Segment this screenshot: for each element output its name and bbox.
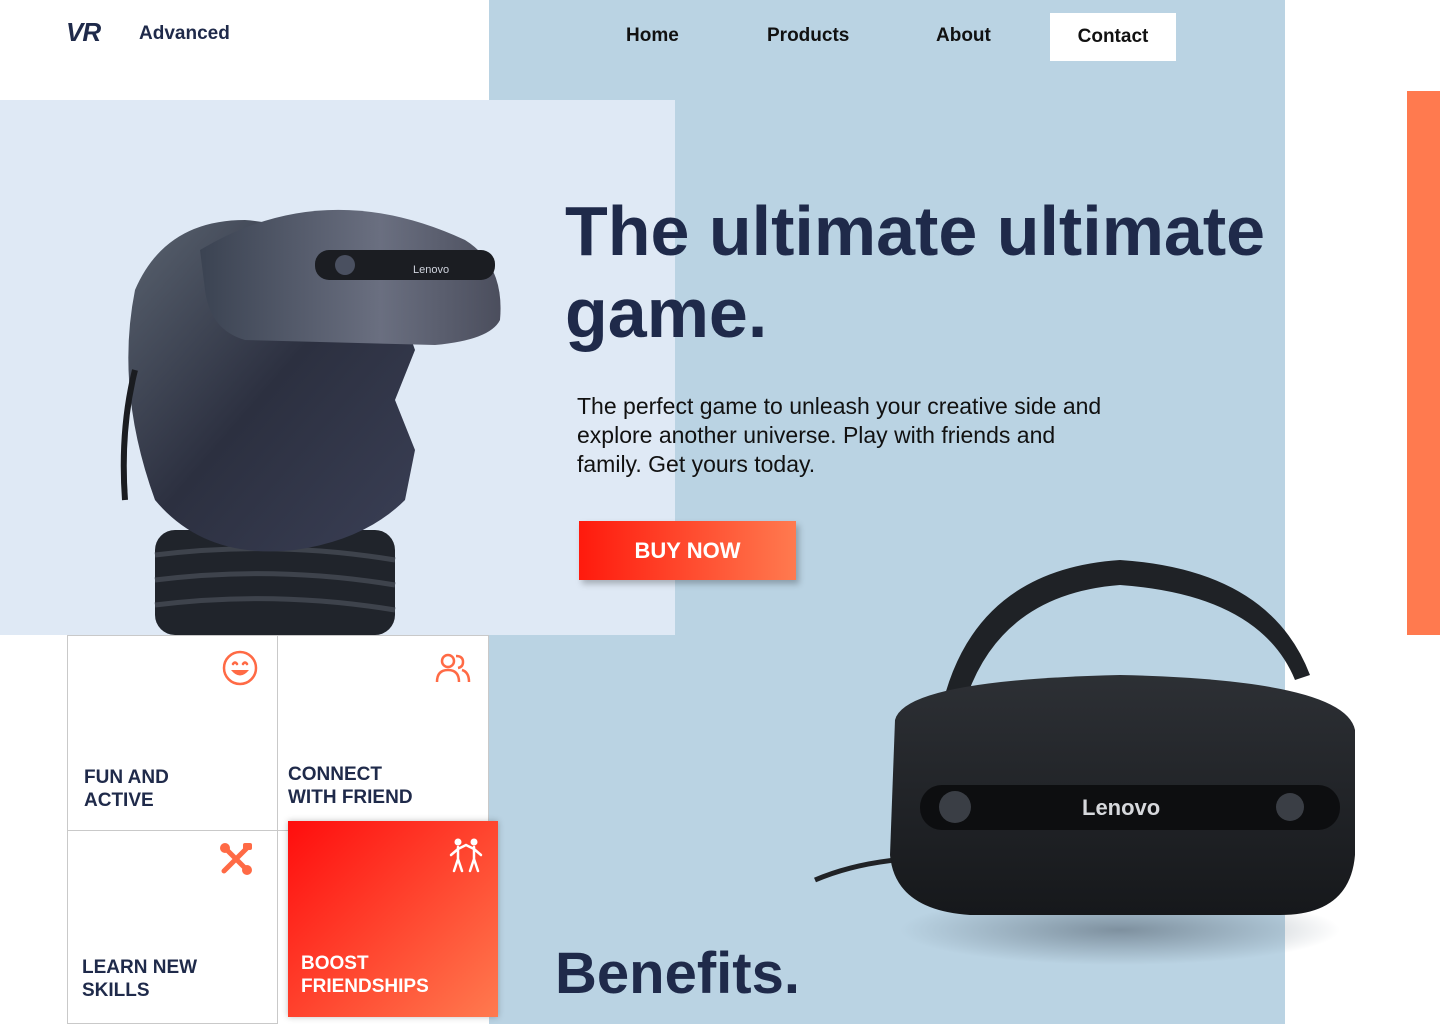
benefit-label: BOOST FRIENDSHIPS	[301, 953, 429, 997]
smile-icon	[222, 650, 258, 686]
product-brand-text: Lenovo	[1082, 795, 1160, 820]
nav-products[interactable]: Products	[767, 25, 849, 47]
friends-icon	[449, 838, 483, 873]
benefit-card-learn[interactable]: LEARN NEW SKILLS	[67, 830, 278, 1024]
hero-description: The perfect game to unleash your creativ…	[577, 393, 1102, 477]
benefit-card-connect[interactable]: CONNECT WITH FRIEND	[277, 635, 489, 831]
accent-strip	[1407, 91, 1440, 635]
mannequin-vr-image: Lenovo	[120, 209, 501, 635]
hero-headline: The ultimate ultimate game.	[565, 192, 1266, 352]
nav-home[interactable]: Home	[626, 25, 679, 47]
users-icon	[435, 653, 471, 683]
nav-contact[interactable]: Contact	[1050, 13, 1176, 61]
buy-now-button[interactable]: BUY NOW	[579, 521, 796, 580]
benefit-label: CONNECT WITH FRIEND	[288, 764, 413, 808]
brand-logo-mark[interactable]: VR	[66, 17, 101, 48]
brand-name[interactable]: Advanced	[139, 23, 230, 45]
benefit-card-boost[interactable]: BOOST FRIENDSHIPS	[288, 821, 498, 1017]
vr-headset-product-image: Lenovo	[814, 560, 1355, 965]
benefit-label: FUN AND ACTIVE	[84, 767, 169, 811]
benefit-card-fun[interactable]: FUN AND ACTIVE	[67, 635, 278, 831]
benefits-title: Benefits.	[555, 941, 800, 1006]
nav-about[interactable]: About	[936, 25, 991, 47]
benefit-label: LEARN NEW SKILLS	[82, 957, 198, 1001]
tools-icon	[220, 843, 252, 875]
headset-brand-text: Lenovo	[413, 264, 449, 276]
